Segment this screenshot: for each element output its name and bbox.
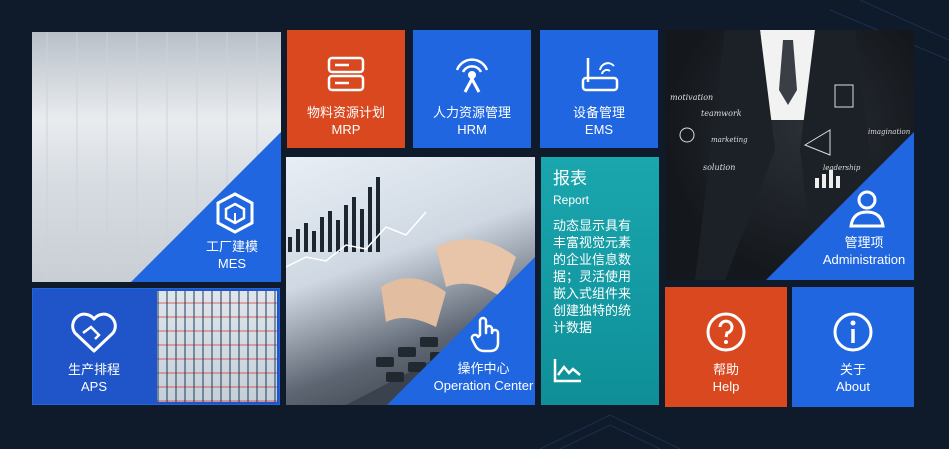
tile-aps[interactable]: 生产排程 APS <box>32 288 280 405</box>
hexagon-cube-icon <box>216 192 254 234</box>
tile-ems[interactable]: 设备管理 EMS <box>540 30 658 148</box>
admin-subtitle: Administration <box>822 252 906 267</box>
handshake-heart-icon <box>71 312 117 353</box>
info-icon <box>833 312 873 352</box>
aps-title: 生产排程 <box>67 362 120 377</box>
mes-subtitle: MES <box>217 256 247 271</box>
hrm-subtitle: HRM <box>457 122 487 137</box>
mrp-title: 物料资源计划 <box>306 105 385 120</box>
tile-report[interactable]: 报表 Report 动态显示具有丰富视觉元素的企业信息数据；灵活使用嵌入式组件来… <box>541 157 659 405</box>
tile-about[interactable]: 关于 About <box>792 287 914 407</box>
server-icon <box>327 56 365 92</box>
hrm-label: 人力资源管理 HRM <box>413 104 531 138</box>
report-description: 动态显示具有丰富视觉元素的企业信息数据；灵活使用嵌入式组件来创建独特的统计数据 <box>553 218 632 335</box>
question-icon <box>706 312 746 352</box>
router-icon <box>581 58 619 92</box>
help-label: 帮助 Help <box>665 361 787 395</box>
report-subtitle: Report <box>553 193 590 207</box>
hrm-title: 人力资源管理 <box>432 105 511 120</box>
mes-label: 工厂建模 MES <box>192 238 272 272</box>
ems-subtitle: EMS <box>584 122 614 137</box>
mrp-subtitle: MRP <box>331 122 361 137</box>
tile-mes[interactable]: 工厂建模 MES <box>32 32 281 282</box>
business-word-1: teamwork <box>701 109 742 118</box>
mrp-label: 物料资源计划 MRP <box>287 104 405 138</box>
ems-label: 设备管理 EMS <box>540 104 658 138</box>
about-label: 关于 About <box>792 361 914 395</box>
tile-admin[interactable]: motivation teamwork marketing solution i… <box>665 30 914 280</box>
help-subtitle: Help <box>712 379 740 394</box>
tile-help[interactable]: 帮助 Help <box>665 287 787 407</box>
tile-mrp[interactable]: 物料资源计划 MRP <box>287 30 405 148</box>
operation-label: 操作中心 Operation Center <box>426 360 535 394</box>
aps-subtitle: APS <box>80 379 107 394</box>
aps-photo <box>157 291 277 402</box>
touch-hand-icon <box>470 316 500 353</box>
ems-title: 设备管理 <box>572 105 625 120</box>
business-word-3: solution <box>703 163 735 172</box>
report-title: 报表 <box>553 169 587 188</box>
operation-subtitle: Operation Center <box>433 378 534 393</box>
aps-label: 生产排程 APS <box>33 361 155 395</box>
admin-title: 管理项 <box>844 235 884 250</box>
broadcast-person-icon <box>455 58 489 93</box>
business-word-0: motivation <box>670 93 713 102</box>
help-title: 帮助 <box>712 362 739 377</box>
tile-hrm[interactable]: 人力资源管理 HRM <box>413 30 531 148</box>
mes-title: 工厂建模 <box>205 239 258 254</box>
about-title: 关于 <box>839 362 866 377</box>
tile-operation[interactable]: 操作中心 Operation Center <box>286 157 535 405</box>
about-subtitle: About <box>836 379 870 394</box>
business-word-2: marketing <box>711 136 748 144</box>
user-icon <box>849 190 885 228</box>
operation-title: 操作中心 <box>457 361 510 376</box>
admin-label: 管理项 Administration <box>815 234 913 268</box>
chart-line-icon <box>553 359 581 383</box>
